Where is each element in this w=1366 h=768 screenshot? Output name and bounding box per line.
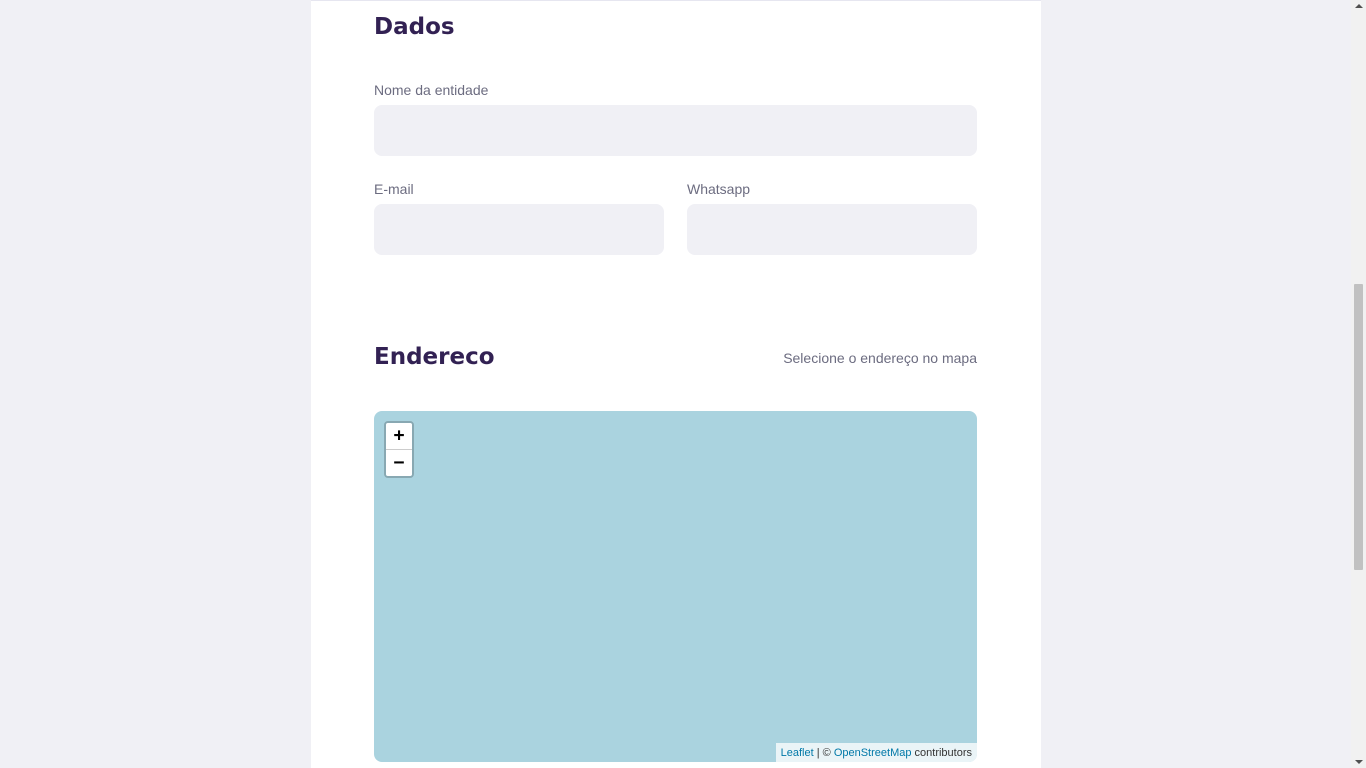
- email-label: E-mail: [374, 181, 414, 197]
- openstreetmap-link[interactable]: OpenStreetMap: [834, 747, 912, 759]
- whatsapp-label: Whatsapp: [687, 181, 751, 197]
- whatsapp-input[interactable]: [687, 204, 977, 255]
- map-hint: Selecione o endereço no mapa: [783, 350, 977, 366]
- map-attribution: Leaflet | © OpenStreetMap contributors: [775, 743, 977, 762]
- form-card: Dados Nome da entidade E-mail Whatsapp E…: [311, 0, 1041, 768]
- email-input[interactable]: [374, 204, 664, 255]
- attribution-separator: | ©: [813, 747, 834, 759]
- page-scrollbar[interactable]: [1351, 0, 1366, 768]
- scroll-down-arrow-icon[interactable]: [1355, 760, 1363, 764]
- nome-entidade-input[interactable]: [374, 105, 977, 156]
- scroll-up-arrow-icon[interactable]: [1355, 4, 1363, 8]
- page: Dados Nome da entidade E-mail Whatsapp E…: [0, 0, 1366, 768]
- dados-section-title: Dados: [374, 14, 455, 40]
- endereco-section-title: Endereco: [374, 344, 495, 370]
- zoom-out-button[interactable]: −: [386, 450, 412, 476]
- map[interactable]: + − Leaflet | © OpenStreetMap contributo…: [374, 411, 977, 762]
- zoom-in-button[interactable]: +: [386, 423, 412, 450]
- attribution-suffix: contributors: [911, 747, 972, 759]
- nome-entidade-label: Nome da entidade: [374, 82, 489, 98]
- zoom-control: + −: [384, 421, 414, 478]
- leaflet-link[interactable]: Leaflet: [781, 747, 814, 759]
- scroll-thumb[interactable]: [1354, 284, 1363, 570]
